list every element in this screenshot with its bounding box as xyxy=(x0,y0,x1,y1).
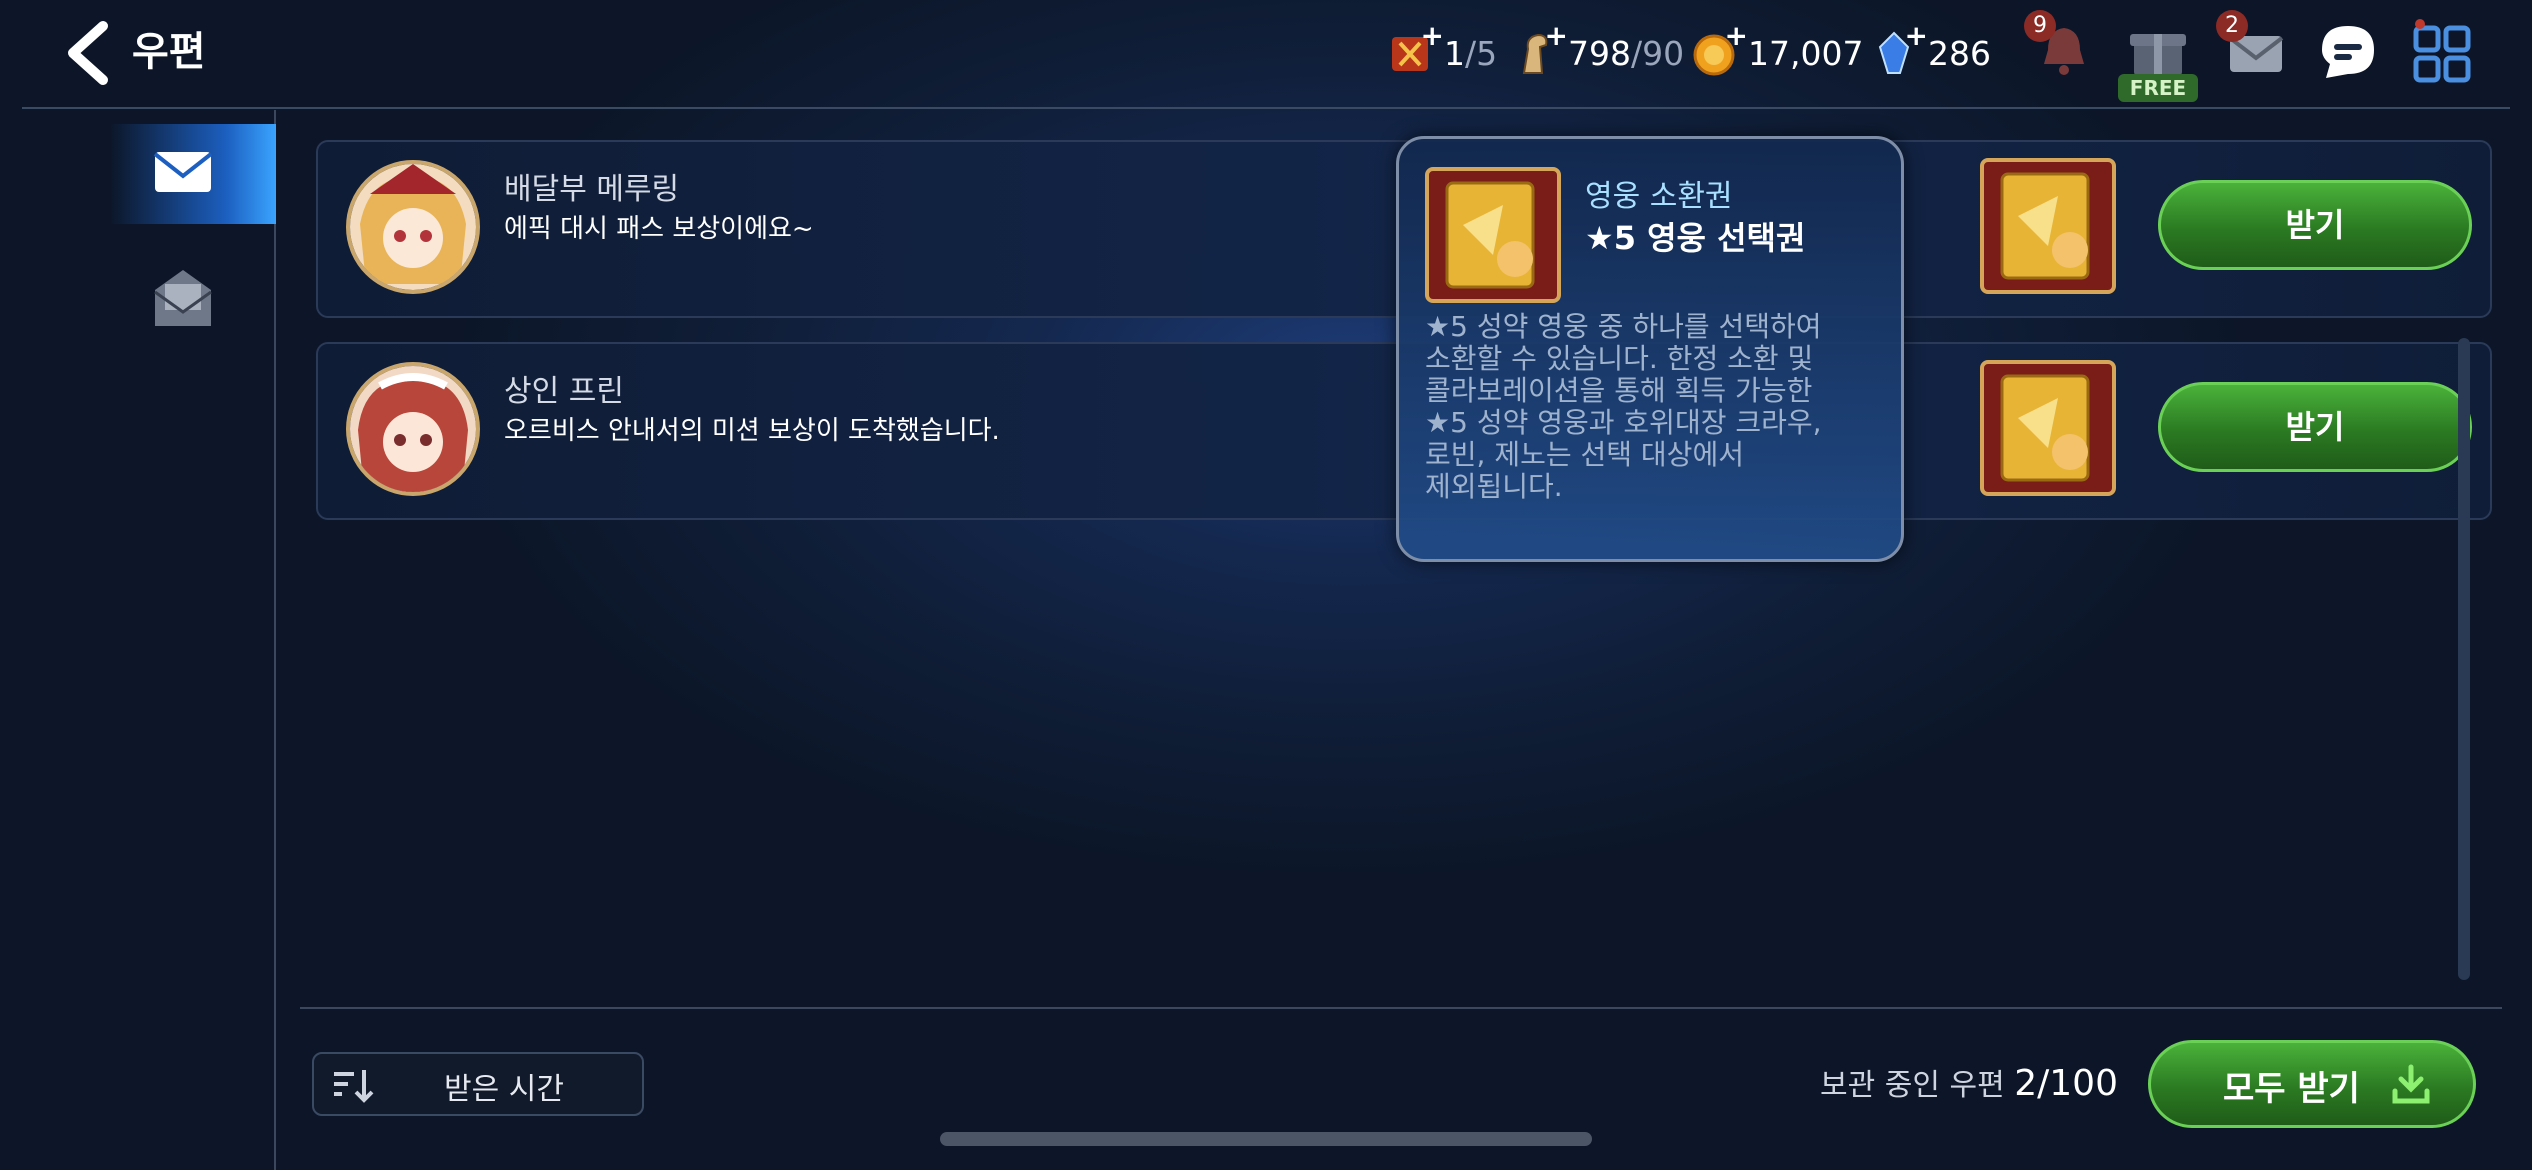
top-bar: 우편 + 1/5 + 798/90 + 17,007 + 286 9 FREE … xyxy=(0,0,2532,108)
add-icon: + xyxy=(1544,19,1568,52)
page-title: 우편 xyxy=(132,29,206,75)
resource-max: /90 xyxy=(1631,33,1685,73)
header-divider xyxy=(22,107,2510,109)
mail-button[interactable]: 2 xyxy=(2216,10,2290,86)
sort-label: 받은 시간 xyxy=(444,1072,564,1107)
add-icon: + xyxy=(1724,19,1748,52)
receive-all-label: 모두 받기 xyxy=(2223,1069,2360,1109)
tab-mail-inbox[interactable] xyxy=(110,124,276,224)
summon-ticket-icon xyxy=(1980,158,2116,294)
grid-menu-icon xyxy=(2413,19,2471,83)
add-icon: + xyxy=(1904,19,1928,52)
storage-count: 2/100 xyxy=(2014,1063,2118,1104)
menu-button[interactable] xyxy=(2408,18,2476,86)
add-icon: + xyxy=(1420,19,1444,52)
receive-all-button[interactable]: 모두 받기 xyxy=(2148,1040,2476,1128)
mail-badge: 2 xyxy=(2216,10,2248,42)
summon-ticket-icon xyxy=(1425,167,1561,303)
mail-sender: 상인 프린 xyxy=(504,374,624,409)
resource-horse[interactable]: + 798/90 xyxy=(1510,19,1685,86)
character-portrait-icon xyxy=(350,366,476,492)
receive-button[interactable]: 받기 xyxy=(2158,180,2472,270)
envelope-icon xyxy=(153,152,213,192)
resource-ticket[interactable]: + 1/5 xyxy=(1386,19,1498,86)
resource-crystal[interactable]: + 286 xyxy=(1870,19,1991,86)
resource-current: 798 xyxy=(1568,33,1631,73)
mail-message: 오르비스 안내서의 미션 보상이 도착했습니다. xyxy=(504,416,1000,446)
chat-button[interactable] xyxy=(2314,18,2382,86)
download-icon xyxy=(2392,1064,2430,1104)
tooltip-description: ★5 성약 영웅 중 하나를 선택하여 소환할 수 있습니다. 한정 소환 및 … xyxy=(1425,310,1822,503)
open-envelope-icon xyxy=(154,270,212,326)
ticket-icon: + xyxy=(1386,19,1444,77)
footer-divider xyxy=(300,1007,2502,1009)
tooltip-item-image xyxy=(1423,165,1563,305)
receive-button[interactable]: 받기 xyxy=(2158,382,2472,472)
item-tooltip: 영웅 소환권 ★5 영웅 선택권 ★5 성약 영웅 중 하나를 선택하여 소환할… xyxy=(1396,136,1904,562)
home-indicator[interactable] xyxy=(940,1132,1592,1146)
sender-avatar xyxy=(346,362,480,496)
back-button[interactable] xyxy=(55,18,125,88)
chat-icon xyxy=(2322,26,2374,78)
mail-message: 에픽 대시 패스 보상이에요~ xyxy=(504,214,814,244)
tab-mail-read[interactable] xyxy=(110,250,276,350)
sort-icon xyxy=(334,1070,374,1103)
crystal-icon: + xyxy=(1870,19,1928,77)
horse-icon: + xyxy=(1510,19,1568,77)
character-portrait-icon xyxy=(350,164,476,290)
resource-current: 1 xyxy=(1444,33,1465,73)
notification-button[interactable]: 9 xyxy=(2024,10,2098,86)
tooltip-category: 영웅 소환권 xyxy=(1585,179,1733,214)
mail-sender: 배달부 메루링 xyxy=(504,172,680,207)
reward-item[interactable] xyxy=(1978,156,2118,296)
tooltip-item-name: ★5 영웅 선택권 xyxy=(1585,219,1806,257)
free-tag: FREE xyxy=(2118,74,2198,102)
chevron-left-icon xyxy=(68,21,108,85)
notification-badge: 9 xyxy=(2024,10,2056,42)
reward-item[interactable] xyxy=(1978,358,2118,498)
resource-current: 17,007 xyxy=(1748,33,1864,73)
sender-avatar xyxy=(346,160,480,294)
summon-ticket-icon xyxy=(1980,360,2116,496)
sidebar xyxy=(0,110,276,1170)
resource-current: 286 xyxy=(1928,33,1991,73)
sort-button[interactable]: 받은 시간 xyxy=(312,1052,644,1116)
resource-max: /5 xyxy=(1465,33,1498,73)
resource-gold[interactable]: + 17,007 xyxy=(1690,19,1864,86)
storage-status: 보관 중인 우편 2/100 xyxy=(1820,1058,2118,1112)
scrollbar[interactable] xyxy=(2458,338,2470,980)
storage-label: 보관 중인 우편 xyxy=(1820,1068,2005,1103)
gold-coin-icon: + xyxy=(1690,19,1748,77)
